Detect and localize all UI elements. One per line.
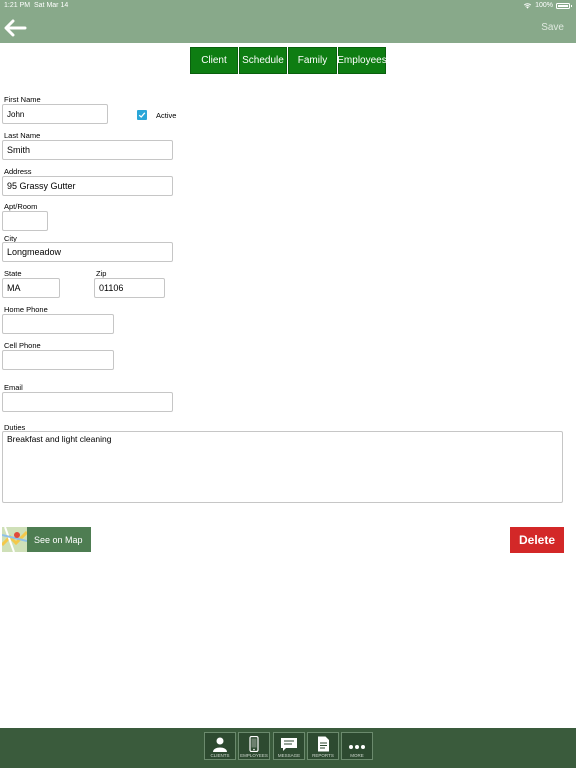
status-bar: 1:21 PM Sat Mar 14 100% (0, 0, 576, 12)
back-button[interactable] (3, 19, 27, 37)
last-name-label: Last Name (4, 131, 41, 140)
tabbar-message[interactable]: MESSAGE (273, 732, 305, 760)
bottom-tab-bar: CLIENTS EMPLOYEES MESSAGE REPORTS MORE (0, 728, 576, 768)
see-on-map-label: See on Map (34, 534, 83, 545)
apt-label: Apt/Room (4, 202, 38, 211)
person-icon (213, 737, 227, 752)
state-field[interactable]: MA (2, 278, 60, 298)
status-date: Sat Mar 14 (34, 2, 69, 9)
battery-icon (556, 2, 572, 9)
zip-label: Zip (96, 269, 107, 278)
last-name-field[interactable]: Smith (2, 140, 173, 160)
first-name-label: First Name (4, 95, 41, 104)
home-phone-label: Home Phone (4, 305, 48, 314)
checkmark-icon (138, 112, 146, 118)
tabbar-message-label: MESSAGE (277, 753, 301, 758)
zip-field[interactable]: 01106 (94, 278, 165, 298)
map-icon (0, 526, 29, 553)
tab-family[interactable]: Family (288, 47, 337, 74)
delete-button[interactable]: Delete (510, 527, 564, 553)
tab-employees[interactable]: Employees (337, 47, 387, 74)
address-field[interactable]: 95 Grassy Gutter (2, 176, 173, 196)
email-field[interactable] (2, 392, 173, 412)
duties-textarea[interactable]: Breakfast and light cleaning (2, 431, 563, 503)
cell-phone-label: Cell Phone (4, 341, 41, 350)
status-right: 100% (523, 2, 572, 9)
city-field[interactable]: Longmeadow (2, 242, 173, 262)
state-label: State (4, 269, 22, 278)
tabbar-reports[interactable]: REPORTS (307, 732, 339, 760)
nav-bar: Save (0, 12, 576, 43)
first-name-field[interactable]: John (2, 104, 108, 124)
wifi-icon (523, 3, 532, 9)
message-icon (281, 738, 297, 751)
tabbar-clients[interactable]: CLIENTS (204, 732, 236, 760)
save-button[interactable]: Save (541, 22, 564, 33)
home-phone-field[interactable] (2, 314, 114, 334)
active-checkbox[interactable] (137, 110, 147, 120)
tabbar-reports-label: REPORTS (312, 753, 334, 758)
document-icon (317, 736, 329, 752)
see-on-map-button[interactable]: See on Map (0, 526, 91, 553)
tabbar-more-label: MORE (350, 753, 364, 758)
tab-client[interactable]: Client (190, 47, 238, 74)
apt-field[interactable] (2, 211, 48, 231)
active-label: Active (156, 111, 177, 120)
email-label: Email (4, 383, 23, 392)
tabbar-clients-label: CLIENTS (210, 753, 230, 758)
status-time: 1:21 PM (4, 2, 31, 9)
back-arrow-icon (4, 19, 27, 37)
tabbar-more[interactable]: MORE (341, 732, 373, 760)
phone-icon (249, 736, 259, 752)
section-tabs: Client Schedule Family Employees (190, 47, 387, 74)
tab-schedule[interactable]: Schedule (239, 47, 287, 74)
address-label: Address (4, 167, 32, 176)
battery-percent: 100% (535, 2, 553, 9)
more-icon (349, 745, 365, 749)
tabbar-employees[interactable]: EMPLOYEES (238, 732, 270, 760)
tabbar-employees-label: EMPLOYEES (240, 753, 268, 758)
cell-phone-field[interactable] (2, 350, 114, 370)
